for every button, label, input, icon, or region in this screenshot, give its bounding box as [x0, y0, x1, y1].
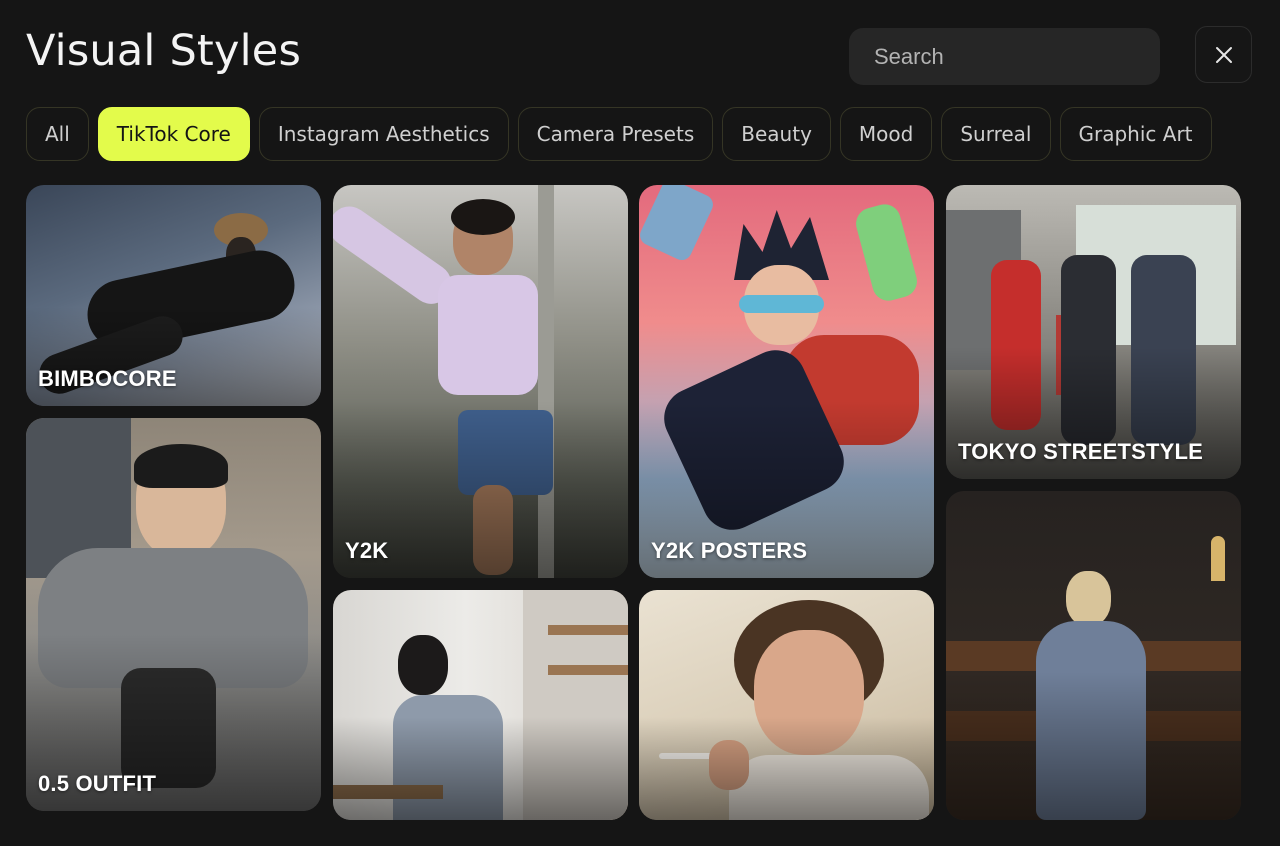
close-icon	[1215, 46, 1232, 63]
style-card-y2k-posters[interactable]: Y2K POSTERS	[639, 185, 934, 578]
style-card-y2k[interactable]: Y2K	[333, 185, 628, 578]
filter-chip-mood[interactable]: Mood	[839, 107, 933, 161]
style-card-bimbocore[interactable]: BIMBOCORE	[26, 185, 321, 406]
filter-chip-instagram-aesthetics[interactable]: Instagram Aesthetics	[258, 107, 509, 161]
style-card-column-2-bottom[interactable]	[333, 590, 628, 820]
filter-chip-graphic-art[interactable]: Graphic Art	[1059, 107, 1212, 161]
card-label: BIMBOCORE	[38, 366, 177, 391]
filter-chip-camera-presets[interactable]: Camera Presets	[517, 107, 714, 161]
style-card-column-4-bottom[interactable]	[946, 491, 1241, 820]
card-label: Y2K POSTERS	[651, 538, 808, 563]
card-label: TOKYO STREETSTYLE	[958, 439, 1204, 464]
close-button[interactable]	[1195, 26, 1252, 83]
style-card-tokyo-streetstyle[interactable]: TOKYO STREETSTYLE	[946, 185, 1241, 479]
style-card-column-3-bottom[interactable]	[639, 590, 934, 820]
filter-chip-all[interactable]: All	[26, 107, 89, 161]
filter-chip-surreal[interactable]: Surreal	[941, 107, 1051, 161]
search-input[interactable]	[849, 28, 1160, 85]
card-label: Y2K	[345, 538, 389, 563]
style-card-0-5-outfit[interactable]: 0.5 OUTFIT	[26, 418, 321, 811]
card-label: 0.5 OUTFIT	[38, 771, 157, 796]
filter-chip-tiktok-core[interactable]: TikTok Core	[97, 107, 250, 161]
filter-tabs: All TikTok Core Instagram Aesthetics Cam…	[26, 107, 1212, 161]
filter-chip-beauty[interactable]: Beauty	[722, 107, 831, 161]
page-title: Visual Styles	[26, 26, 302, 76]
